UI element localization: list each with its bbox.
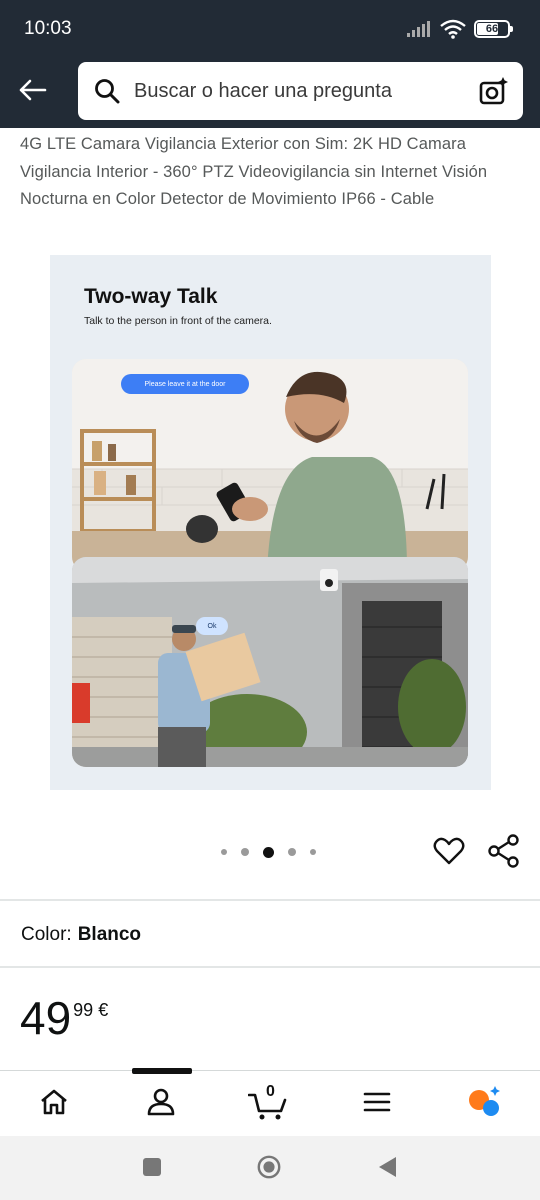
wifi-icon [440,19,466,39]
nav-account[interactable] [141,1084,181,1120]
carousel-dot[interactable] [221,849,227,855]
cart-count: 0 [266,1083,275,1100]
menu-icon [363,1092,391,1112]
price: 49 99 € [20,992,108,1044]
search-icon [95,79,120,104]
price-whole: 49 [20,992,72,1044]
circle-icon [257,1155,281,1179]
image-subheading: Talk to the person in front of the camer… [84,315,272,327]
signal-icon [407,21,430,37]
nav-rufus[interactable] [465,1084,505,1120]
nav-active-indicator [132,1068,192,1074]
status-icons: 66 [406,18,513,40]
home-system-button[interactable] [256,1154,282,1180]
divider [0,966,540,968]
color-value: Blanco [77,924,142,945]
home-icon [41,1089,67,1115]
nav-menu[interactable] [357,1084,397,1120]
back-system-button[interactable] [374,1154,400,1180]
carousel-dots[interactable] [221,845,316,859]
arrow-left-icon [19,79,47,101]
chat-bubble-request: Please leave it at the door [121,374,249,394]
triangle-back-icon [379,1157,396,1177]
search-header: Buscar o hacer una pregunta [0,58,540,128]
carousel-dot-active[interactable] [263,846,274,858]
color-label: Color: [21,924,72,945]
image-heading: Two-way Talk [84,285,218,308]
battery-level: 66 [485,23,499,35]
user-icon [147,1088,175,1116]
rufus-assistant-icon [469,1086,500,1116]
color-selector[interactable]: Color: Blanco [21,924,141,946]
heart-icon[interactable] [433,835,465,867]
share-icon[interactable] [488,834,520,868]
status-bar: 10:03 66 [0,0,540,58]
carousel-dot[interactable] [241,848,249,856]
nav-home[interactable] [34,1084,74,1120]
camera-search-icon[interactable] [479,76,509,106]
product-title[interactable]: 4G LTE Camara Vigilancia Exterior con Si… [20,131,520,214]
carousel-dot[interactable] [288,848,296,856]
square-icon [143,1158,161,1176]
back-button[interactable] [12,72,52,108]
price-fraction: 99 € [73,1000,109,1020]
search-input[interactable]: Buscar o hacer una pregunta [78,62,523,120]
delivery-photo [72,557,468,767]
battery-icon: 66 [474,20,513,38]
search-placeholder: Buscar o hacer una pregunta [134,79,392,102]
product-image[interactable]: Two-way Talk Talk to the person in front… [50,255,491,790]
chat-bubble-reply: Ok [196,617,228,635]
recents-button[interactable] [139,1154,165,1180]
carousel-dot[interactable] [310,849,316,855]
divider [0,899,540,901]
status-time: 10:03 [24,18,72,39]
